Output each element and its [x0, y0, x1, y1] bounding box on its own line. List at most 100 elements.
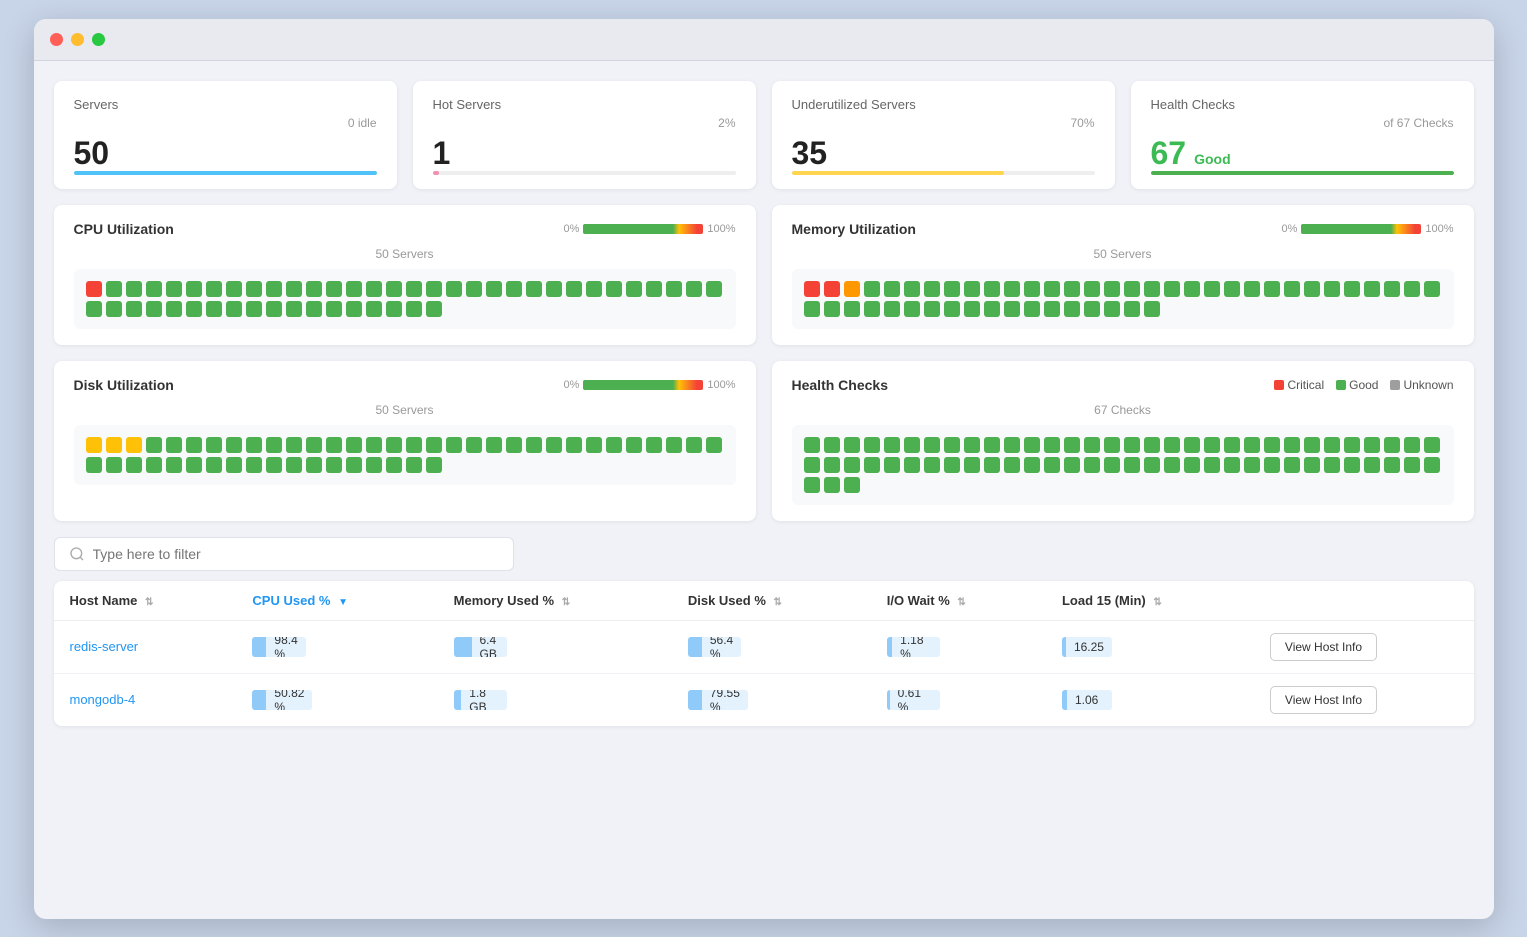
server-dot[interactable]	[506, 281, 522, 297]
server-dot[interactable]	[166, 301, 182, 317]
server-dot[interactable]	[884, 457, 900, 473]
host-link[interactable]: redis-server	[70, 639, 139, 654]
server-dot[interactable]	[1044, 437, 1060, 453]
server-dot[interactable]	[346, 281, 362, 297]
server-dot[interactable]	[1184, 457, 1200, 473]
server-dot[interactable]	[166, 437, 182, 453]
server-dot[interactable]	[426, 437, 442, 453]
server-dot[interactable]	[366, 437, 382, 453]
server-dot[interactable]	[1324, 457, 1340, 473]
server-dot[interactable]	[626, 437, 642, 453]
server-dot[interactable]	[206, 437, 222, 453]
server-dot[interactable]	[246, 437, 262, 453]
server-dot[interactable]	[366, 301, 382, 317]
server-dot[interactable]	[666, 437, 682, 453]
server-dot[interactable]	[944, 437, 960, 453]
server-dot[interactable]	[346, 301, 362, 317]
server-dot[interactable]	[824, 437, 840, 453]
server-dot[interactable]	[904, 457, 920, 473]
server-dot[interactable]	[1244, 281, 1260, 297]
server-dot[interactable]	[1264, 457, 1280, 473]
server-dot[interactable]	[86, 281, 102, 297]
server-dot[interactable]	[346, 457, 362, 473]
server-dot[interactable]	[1004, 301, 1020, 317]
server-dot[interactable]	[1124, 457, 1140, 473]
server-dot[interactable]	[1364, 437, 1380, 453]
server-dot[interactable]	[366, 457, 382, 473]
server-dot[interactable]	[406, 457, 422, 473]
server-dot[interactable]	[864, 457, 880, 473]
server-dot[interactable]	[1304, 281, 1320, 297]
server-dot[interactable]	[146, 301, 162, 317]
server-dot[interactable]	[984, 301, 1000, 317]
server-dot[interactable]	[1164, 437, 1180, 453]
server-dot[interactable]	[804, 477, 820, 493]
server-dot[interactable]	[1004, 457, 1020, 473]
server-dot[interactable]	[944, 281, 960, 297]
server-dot[interactable]	[844, 437, 860, 453]
server-dot[interactable]	[646, 281, 662, 297]
server-dot[interactable]	[266, 457, 282, 473]
server-dot[interactable]	[586, 437, 602, 453]
server-dot[interactable]	[146, 281, 162, 297]
server-dot[interactable]	[706, 437, 722, 453]
server-dot[interactable]	[1104, 457, 1120, 473]
server-dot[interactable]	[546, 281, 562, 297]
server-dot[interactable]	[606, 281, 622, 297]
host-link[interactable]: mongodb-4	[70, 692, 136, 707]
server-dot[interactable]	[1144, 457, 1160, 473]
server-dot[interactable]	[824, 301, 840, 317]
server-dot[interactable]	[1084, 281, 1100, 297]
server-dot[interactable]	[386, 437, 402, 453]
server-dot[interactable]	[506, 437, 522, 453]
server-dot[interactable]	[1084, 301, 1100, 317]
server-dot[interactable]	[1144, 437, 1160, 453]
server-dot[interactable]	[386, 301, 402, 317]
server-dot[interactable]	[1024, 457, 1040, 473]
server-dot[interactable]	[1304, 437, 1320, 453]
server-dot[interactable]	[1384, 437, 1400, 453]
server-dot[interactable]	[406, 281, 422, 297]
server-dot[interactable]	[844, 477, 860, 493]
server-dot[interactable]	[426, 457, 442, 473]
col-iowait[interactable]: I/O Wait % ⇅	[871, 581, 1046, 621]
server-dot[interactable]	[426, 281, 442, 297]
server-dot[interactable]	[1384, 281, 1400, 297]
server-dot[interactable]	[1184, 281, 1200, 297]
server-dot[interactable]	[546, 437, 562, 453]
server-dot[interactable]	[984, 457, 1000, 473]
server-dot[interactable]	[924, 281, 940, 297]
server-dot[interactable]	[106, 281, 122, 297]
server-dot[interactable]	[386, 457, 402, 473]
server-dot[interactable]	[924, 457, 940, 473]
server-dot[interactable]	[486, 281, 502, 297]
server-dot[interactable]	[964, 301, 980, 317]
server-dot[interactable]	[1404, 281, 1420, 297]
server-dot[interactable]	[1304, 457, 1320, 473]
server-dot[interactable]	[186, 437, 202, 453]
server-dot[interactable]	[1324, 281, 1340, 297]
server-dot[interactable]	[446, 281, 462, 297]
server-dot[interactable]	[126, 301, 142, 317]
server-dot[interactable]	[1424, 281, 1440, 297]
server-dot[interactable]	[904, 437, 920, 453]
server-dot[interactable]	[306, 437, 322, 453]
server-dot[interactable]	[326, 437, 342, 453]
server-dot[interactable]	[864, 281, 880, 297]
server-dot[interactable]	[186, 301, 202, 317]
server-dot[interactable]	[266, 437, 282, 453]
server-dot[interactable]	[924, 301, 940, 317]
col-cpu[interactable]: CPU Used % ▼	[236, 581, 437, 621]
server-dot[interactable]	[904, 281, 920, 297]
server-dot[interactable]	[1124, 301, 1140, 317]
server-dot[interactable]	[884, 301, 900, 317]
server-dot[interactable]	[1364, 281, 1380, 297]
server-dot[interactable]	[984, 281, 1000, 297]
server-dot[interactable]	[1204, 437, 1220, 453]
server-dot[interactable]	[804, 281, 820, 297]
server-dot[interactable]	[1204, 281, 1220, 297]
server-dot[interactable]	[1164, 281, 1180, 297]
server-dot[interactable]	[186, 281, 202, 297]
server-dot[interactable]	[944, 457, 960, 473]
server-dot[interactable]	[286, 281, 302, 297]
